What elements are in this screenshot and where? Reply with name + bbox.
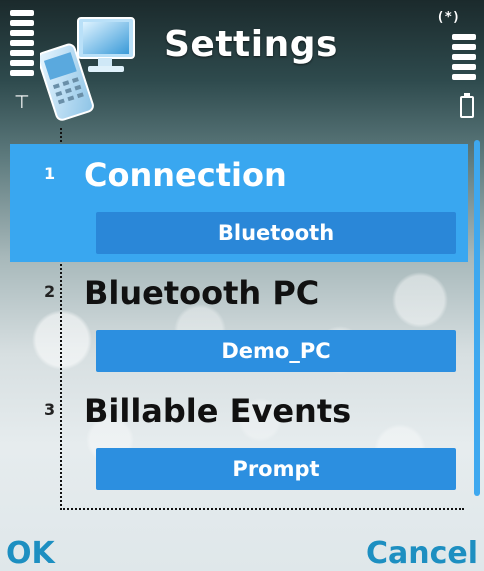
item-label: Billable Events <box>84 392 352 430</box>
signal-strength-icon <box>10 10 34 80</box>
battery-icon <box>460 93 474 118</box>
scrollbar[interactable] <box>474 140 480 496</box>
item-value-field[interactable]: Demo_PC <box>96 330 456 372</box>
list-item-bluetooth-pc[interactable]: 2 Bluetooth PC Demo_PC <box>10 262 468 380</box>
cancel-softkey[interactable]: Cancel <box>366 536 478 571</box>
pc-connectivity-icon <box>40 17 135 121</box>
item-value-field[interactable]: Prompt <box>96 448 456 490</box>
item-number: 2 <box>44 282 56 301</box>
item-label: Connection <box>84 156 287 194</box>
item-label: Bluetooth PC <box>84 274 320 312</box>
item-number: 1 <box>44 164 56 183</box>
item-number: 3 <box>44 400 56 419</box>
page-title: Settings <box>164 24 338 65</box>
list-item-billable-events[interactable]: 3 Billable Events Prompt <box>10 380 468 498</box>
list-item-connection[interactable]: 1 Connection Bluetooth <box>10 144 468 262</box>
phone-screen: ⊤ (*) Settings 1 Connection Bluetooth 2 … <box>0 0 484 571</box>
ok-softkey[interactable]: OK <box>6 536 55 571</box>
bluetooth-indicator: (*) <box>436 10 460 25</box>
antenna-icon: ⊤ <box>14 92 30 113</box>
item-value-field[interactable]: Bluetooth <box>96 212 456 254</box>
battery-level-icon <box>452 34 476 84</box>
